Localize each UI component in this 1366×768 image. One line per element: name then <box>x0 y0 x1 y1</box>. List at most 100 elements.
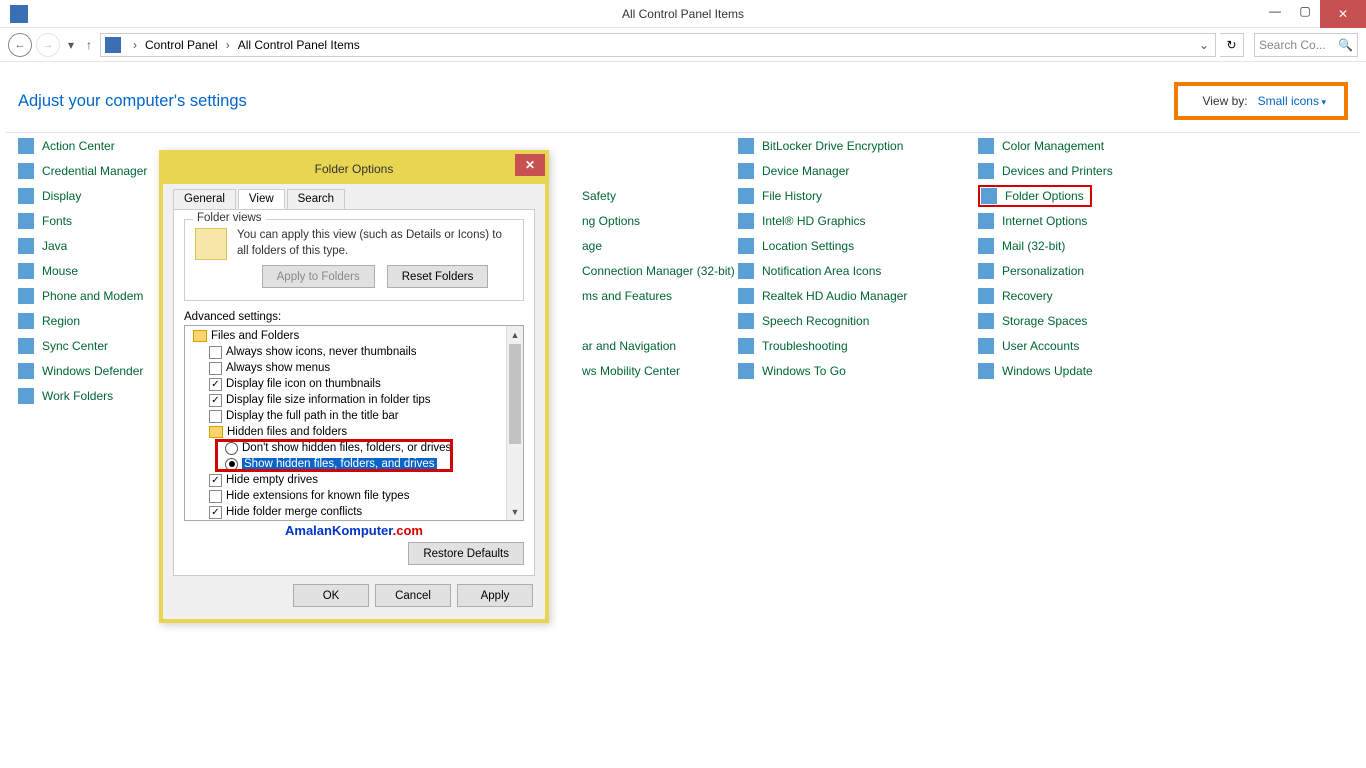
advanced-settings-tree[interactable]: Files and FoldersAlways show icons, neve… <box>184 325 524 521</box>
advanced-settings-label: Advanced settings: <box>184 311 524 323</box>
item-label: Device Manager <box>762 164 849 178</box>
item-label: Speech Recognition <box>762 314 869 328</box>
checkbox-icon[interactable]: ✓ <box>209 394 222 407</box>
tree-item[interactable]: ✓Display file icon on thumbnails <box>189 376 523 392</box>
dialog-close-button[interactable]: ✕ <box>515 154 545 176</box>
control-panel-item[interactable]: Recovery <box>978 283 1218 308</box>
breadcrumb-root[interactable]: Control Panel <box>145 38 218 52</box>
checkbox-icon[interactable] <box>209 362 222 375</box>
maximize-button[interactable]: ▢ <box>1290 0 1320 22</box>
control-panel-item[interactable]: Windows Update <box>978 358 1218 383</box>
dialog-tabs: General View Search <box>173 189 535 210</box>
apply-to-folders-button[interactable]: Apply to Folders <box>262 265 375 288</box>
control-panel-icon <box>105 37 121 53</box>
tree-item[interactable]: ✓Hide folder merge conflicts <box>189 504 523 520</box>
control-panel-item[interactable]: Folder Options <box>978 183 1218 208</box>
tree-item[interactable]: Hidden files and folders <box>189 424 523 440</box>
checkbox-icon[interactable]: ✓ <box>209 506 222 519</box>
breadcrumb[interactable]: Control Panel All Control Panel Items ⌄ <box>100 33 1216 57</box>
tab-view[interactable]: View <box>238 189 285 209</box>
control-panel-item[interactable]: Personalization <box>978 258 1218 283</box>
control-panel-item[interactable]: Location Settings <box>738 233 978 258</box>
item-label: Storage Spaces <box>1002 314 1087 328</box>
control-panel-item[interactable]: File History <box>738 183 978 208</box>
item-label: Internet Options <box>1002 214 1087 228</box>
dialog-titlebar[interactable]: Folder Options ✕ <box>163 154 545 184</box>
item-icon <box>738 163 754 179</box>
item-label: Safety <box>582 189 616 203</box>
folder-icon <box>193 330 207 342</box>
view-by-dropdown[interactable]: Small icons <box>1258 94 1326 108</box>
control-panel-item[interactable]: Troubleshooting <box>738 333 978 358</box>
control-panel-item[interactable]: Storage Spaces <box>978 308 1218 333</box>
close-button[interactable]: ✕ <box>1320 0 1366 28</box>
control-panel-item[interactable]: Realtek HD Audio Manager <box>738 283 978 308</box>
item-icon <box>738 338 754 354</box>
item-icon <box>978 213 994 229</box>
item-icon <box>18 388 34 404</box>
scroll-up-icon[interactable]: ▲ <box>507 326 523 343</box>
control-panel-item[interactable]: Internet Options <box>978 208 1218 233</box>
tree-item[interactable]: ✓Hide empty drives <box>189 472 523 488</box>
search-input[interactable]: Search Co... 🔍 <box>1254 33 1358 57</box>
checkbox-icon[interactable] <box>209 410 222 423</box>
control-panel-item[interactable]: BitLocker Drive Encryption <box>738 133 978 158</box>
item-label: ws Mobility Center <box>582 364 680 378</box>
item-label: Connection Manager (32-bit) <box>582 264 735 278</box>
item-icon <box>738 363 754 379</box>
back-button[interactable]: ← <box>8 33 32 57</box>
tab-search[interactable]: Search <box>287 189 345 209</box>
tree-item[interactable]: Always show icons, never thumbnails <box>189 344 523 360</box>
tree-item[interactable]: Display the full path in the title bar <box>189 408 523 424</box>
item-icon <box>18 338 34 354</box>
reset-folders-button[interactable]: Reset Folders <box>387 265 489 288</box>
ok-button[interactable]: OK <box>293 584 369 607</box>
tree-item[interactable]: Hide extensions for known file types <box>189 488 523 504</box>
item-icon <box>738 313 754 329</box>
tab-general[interactable]: General <box>173 189 236 209</box>
control-panel-item[interactable]: Intel® HD Graphics <box>738 208 978 233</box>
checkbox-icon[interactable] <box>209 346 222 359</box>
control-panel-item[interactable]: Color Management <box>978 133 1218 158</box>
checkbox-icon[interactable]: ✓ <box>209 378 222 391</box>
checkbox-icon[interactable] <box>209 490 222 503</box>
item-icon <box>18 313 34 329</box>
item-label: Action Center <box>42 139 115 153</box>
control-panel-item[interactable]: Windows To Go <box>738 358 978 383</box>
control-panel-item[interactable]: Speech Recognition <box>738 308 978 333</box>
apply-button[interactable]: Apply <box>457 584 533 607</box>
item-icon <box>18 138 34 154</box>
control-panel-item[interactable]: Mail (32-bit) <box>978 233 1218 258</box>
item-icon <box>738 238 754 254</box>
item-label: Color Management <box>1002 139 1104 153</box>
control-panel-item[interactable]: Devices and Printers <box>978 158 1218 183</box>
item-label: Intel® HD Graphics <box>762 214 866 228</box>
item-label: Folder Options <box>1005 189 1084 203</box>
scroll-thumb[interactable] <box>509 344 521 444</box>
control-panel-item[interactable]: User Accounts <box>978 333 1218 358</box>
restore-defaults-button[interactable]: Restore Defaults <box>408 542 524 565</box>
history-dropdown[interactable]: ▾ <box>64 38 78 52</box>
view-by-highlight: View by: Small icons <box>1174 82 1348 120</box>
cancel-button[interactable]: Cancel <box>375 584 451 607</box>
tree-item[interactable]: ✓Display file size information in folder… <box>189 392 523 408</box>
scroll-down-icon[interactable]: ▼ <box>507 503 523 520</box>
item-label: ms and Features <box>582 289 672 303</box>
item-label: Region <box>42 314 80 328</box>
control-panel-item[interactable]: Notification Area Icons <box>738 258 978 283</box>
navigation-bar: ← → ▾ ↑ Control Panel All Control Panel … <box>0 28 1366 62</box>
forward-button[interactable]: → <box>36 33 60 57</box>
folder-views-legend: Folder views <box>193 212 266 224</box>
tree-scrollbar[interactable]: ▲ ▼ <box>506 326 523 520</box>
breadcrumb-dropdown[interactable]: ⌄ <box>1197 38 1211 52</box>
item-icon <box>18 288 34 304</box>
checkbox-icon[interactable]: ✓ <box>209 474 222 487</box>
up-button[interactable]: ↑ <box>82 38 96 52</box>
tree-item[interactable]: Always show menus <box>189 360 523 376</box>
control-panel-item[interactable]: Device Manager <box>738 158 978 183</box>
item-icon <box>738 288 754 304</box>
minimize-button[interactable]: — <box>1260 0 1290 22</box>
folder-icon <box>209 426 223 438</box>
breadcrumb-current[interactable]: All Control Panel Items <box>238 38 360 52</box>
refresh-button[interactable]: ↻ <box>1220 33 1244 57</box>
